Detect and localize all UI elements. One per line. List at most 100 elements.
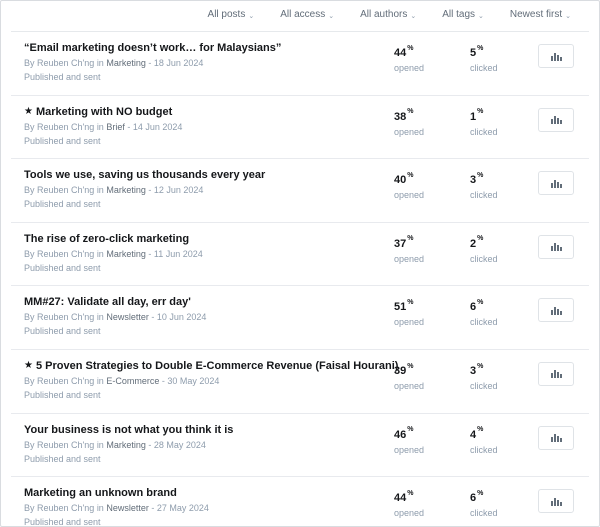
percent-sign: % (407, 362, 414, 370)
bar-chart-icon (550, 243, 562, 252)
filter-access[interactable]: All access ⌄ (280, 9, 334, 20)
post-tag: Newsletter (106, 503, 149, 514)
in-label: in (96, 121, 104, 132)
opened-rate: 40 (394, 174, 407, 187)
analytics-button[interactable] (538, 425, 574, 450)
opened-metric: 51% opened (394, 297, 424, 327)
post-status: Published and sent (24, 135, 101, 146)
post-date: 10 Jun 2024 (156, 312, 207, 323)
post-row[interactable]: ★ 5 Proven Strategies to Double E-Commer… (11, 348, 589, 413)
percent-sign: % (407, 426, 414, 434)
post-author: Reuben Ch'ng (37, 375, 95, 386)
post-title[interactable]: Your business is not what you think it i… (24, 424, 233, 436)
in-label: in (96, 185, 104, 196)
clicked-label: clicked (470, 126, 498, 137)
percent-sign: % (477, 299, 484, 307)
percent-sign: % (477, 235, 484, 243)
opened-label: opened (394, 63, 425, 73)
opened-rate: 46 (394, 428, 407, 441)
filter-sort[interactable]: Newest first ⌄ (510, 9, 571, 20)
post-row[interactable]: Marketing an unknown brand By Reuben Ch'… (11, 476, 589, 527)
analytics-button[interactable] (538, 44, 574, 68)
clicked-label: clicked (470, 253, 498, 264)
opened-rate: 37 (394, 237, 407, 250)
analytics-button[interactable] (538, 107, 574, 132)
opened-label: opened (394, 190, 425, 201)
post-row[interactable]: The rise of zero-click marketing By Reub… (11, 221, 589, 286)
post-row[interactable]: “Email marketing doesn’t work… for Malay… (11, 31, 589, 95)
by-label: By (24, 375, 35, 386)
by-label: By (24, 58, 35, 68)
meta-separator: - (148, 58, 152, 68)
post-title[interactable]: ★ Marketing with NO budget (24, 106, 172, 118)
percent-sign: % (477, 362, 484, 370)
analytics-button[interactable] (538, 361, 574, 386)
post-title[interactable]: Marketing an unknown brand (24, 487, 177, 499)
post-row[interactable]: MM#27: Validate all day, err day' By Reu… (11, 285, 589, 349)
meta-separator: - (127, 121, 131, 132)
opened-metric: 46% opened (394, 425, 424, 454)
opened-label: opened (394, 508, 425, 519)
post-meta: By Reuben Ch'ng in E-Commerce - 30 May 2… (24, 376, 219, 386)
analytics-button[interactable] (538, 171, 574, 196)
opened-metric: 44% opened (394, 43, 424, 73)
post-title[interactable]: MM#27: Validate all day, err day' (24, 296, 191, 308)
star-icon: ★ (24, 360, 33, 372)
post-status: Published and sent (24, 389, 101, 400)
post-author: Reuben Ch'ng (37, 248, 95, 259)
percent-sign: % (407, 235, 414, 243)
post-tag: Brief (106, 121, 125, 132)
post-tag: Marketing (106, 248, 146, 259)
opened-rate: 51 (394, 301, 407, 314)
post-title[interactable]: The rise of zero-click marketing (24, 233, 189, 245)
post-author: Reuben Ch'ng (37, 185, 95, 196)
chevron-down-icon: ⌄ (478, 12, 484, 20)
opened-rate: 44 (394, 492, 407, 505)
analytics-button[interactable] (538, 298, 574, 323)
post-status: Published and sent (24, 517, 101, 527)
post-title[interactable]: Tools we use, saving us thousands every … (24, 169, 265, 181)
in-label: in (96, 312, 104, 323)
star-icon: ★ (24, 106, 33, 118)
opened-metric: 39% opened (394, 361, 424, 391)
post-meta: By Reuben Ch'ng in Newsletter - 10 Jun 2… (24, 312, 206, 322)
clicked-metric: 6% clicked (470, 297, 498, 327)
post-date: 18 Jun 2024 (153, 58, 204, 68)
meta-separator: - (148, 439, 152, 450)
by-label: By (24, 439, 35, 450)
chevron-down-icon: ⌄ (565, 12, 571, 20)
post-title-text: Marketing an unknown brand (24, 487, 177, 500)
opened-metric: 38% opened (394, 107, 424, 136)
clicked-metric: 3% clicked (470, 361, 498, 391)
opened-rate: 44 (394, 47, 407, 59)
percent-sign: % (477, 108, 484, 116)
filter-tags[interactable]: All tags ⌄ (442, 9, 484, 20)
meta-separator: - (161, 375, 165, 386)
post-meta: By Reuben Ch'ng in Marketing - 28 May 20… (24, 440, 206, 450)
post-meta: By Reuben Ch'ng in Marketing - 12 Jun 20… (24, 185, 203, 195)
post-row[interactable]: Your business is not what you think it i… (11, 412, 589, 477)
filter-posts[interactable]: All posts ⌄ (208, 9, 255, 20)
in-label: in (96, 58, 104, 68)
post-title-text: “Email marketing doesn’t work… for Malay… (24, 42, 282, 54)
filter-label: All tags (442, 9, 476, 20)
opened-label: opened (394, 380, 425, 391)
post-row[interactable]: Tools we use, saving us thousands every … (11, 158, 589, 222)
filter-authors[interactable]: All authors ⌄ (360, 9, 416, 20)
opened-label: opened (394, 253, 425, 264)
opened-rate: 39 (394, 364, 407, 377)
clicked-label: clicked (470, 317, 498, 328)
by-label: By (24, 248, 35, 259)
post-status: Published and sent (24, 199, 101, 210)
clicked-rate: 4 (470, 428, 477, 441)
post-row[interactable]: ★ Marketing with NO budget By Reuben Ch'… (11, 94, 589, 159)
post-title[interactable]: ★ 5 Proven Strategies to Double E-Commer… (24, 360, 398, 372)
analytics-button[interactable] (538, 234, 574, 259)
post-title[interactable]: “Email marketing doesn’t work… for Malay… (24, 42, 281, 54)
post-tag: Newsletter (106, 312, 149, 323)
analytics-button[interactable] (538, 489, 574, 514)
clicked-metric: 1% clicked (470, 107, 498, 137)
percent-sign: % (407, 299, 414, 307)
chevron-down-icon: ⌄ (410, 12, 417, 20)
clicked-label: clicked (470, 190, 498, 201)
